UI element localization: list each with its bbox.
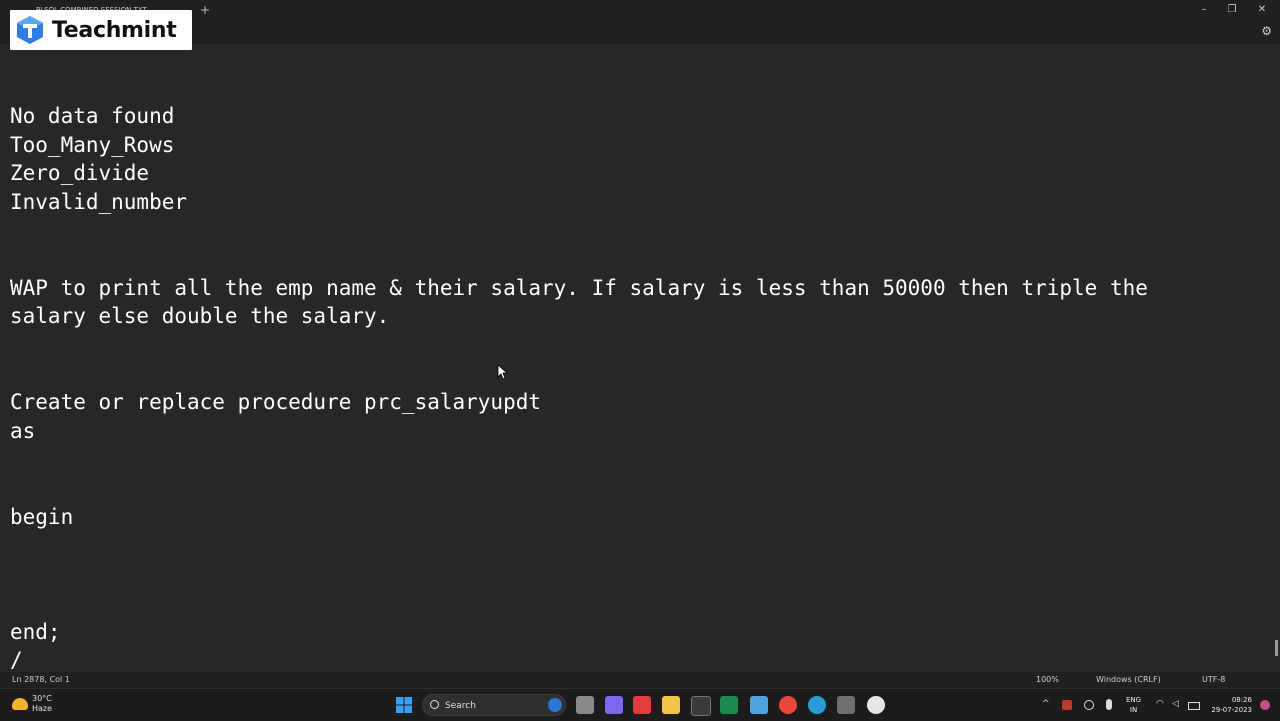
system-clock[interactable]: 08:26 29-07-2023 [1211, 695, 1252, 715]
cursor-position: Ln 2878, Col 1 [12, 675, 70, 684]
editor-line: Create or replace procedure prc_salaryup… [10, 390, 542, 414]
terminal-icon[interactable] [691, 696, 711, 716]
status-bar: Ln 2878, Col 1 100% Windows (CRLF) UTF-8 [0, 672, 1280, 688]
mouse-pointer-icon [497, 364, 507, 380]
calculator-icon[interactable] [837, 696, 855, 714]
excel-icon[interactable] [720, 696, 738, 714]
editor-line: Zero_divide [10, 161, 150, 185]
vertical-scrollbar[interactable] [1275, 640, 1278, 656]
editor-line: Invalid_number [10, 190, 188, 214]
editor-line: begin [10, 505, 74, 529]
edge-icon[interactable] [808, 696, 826, 714]
gear-icon[interactable]: ⚙ [1261, 24, 1272, 38]
weather-desc: Haze [32, 704, 53, 713]
weather-widget[interactable]: 30°C Haze [12, 694, 52, 714]
wps-office-icon[interactable] [633, 696, 651, 714]
teachmint-logo: Teachmint [10, 10, 192, 50]
teachmint-logo-icon [17, 16, 43, 44]
weather-icon [12, 698, 28, 710]
editor-line: end; [10, 620, 61, 644]
line-ending[interactable]: Windows (CRLF) [1096, 672, 1161, 688]
tray-chevron-icon[interactable]: ^ [1042, 697, 1050, 711]
brand-name: Teachmint [52, 17, 177, 43]
tray-app-icon[interactable] [1062, 700, 1072, 710]
notification-icon[interactable] [1260, 700, 1270, 710]
language-indicator[interactable]: ENG IN [1126, 695, 1141, 715]
weather-temp: 30°C [32, 694, 52, 703]
menu-strip [0, 20, 1280, 44]
editor-line: No data found [10, 104, 175, 128]
editor-line: WAP to print all the emp name & their sa… [10, 276, 1148, 300]
close-button[interactable]: ✕ [1254, 2, 1270, 18]
bing-icon[interactable] [548, 698, 562, 712]
lang-bottom: IN [1129, 706, 1138, 714]
taskbar: 30°C Haze Search ^ ENG IN ◠ ◁ 08:26 29-0… [0, 688, 1280, 721]
title-bar: PLSQL COMBINED SESSION.TXT + – ❐ ✕ [0, 0, 1280, 20]
taskbar-search[interactable]: Search [422, 694, 566, 716]
zoom-level[interactable]: 100% [1036, 672, 1059, 688]
maximize-button[interactable]: ❐ [1224, 2, 1240, 18]
volume-icon[interactable]: ◁ [1172, 697, 1179, 711]
editor-line: as [10, 419, 36, 443]
clock-date: 29-07-2023 [1211, 706, 1252, 714]
text-editor[interactable]: No data found Too_Many_Rows Zero_divide … [0, 44, 1270, 672]
lang-top: ENG [1126, 696, 1142, 704]
notepad-icon[interactable] [750, 696, 768, 714]
search-label: Search [445, 701, 476, 711]
clock-time: 08:26 [1231, 696, 1252, 704]
editor-line: salary else double the salary. [10, 304, 390, 328]
encoding[interactable]: UTF-8 [1202, 672, 1225, 688]
file-explorer-icon[interactable] [662, 696, 680, 714]
editor-line: Too_Many_Rows [10, 133, 175, 157]
task-view-icon[interactable] [576, 696, 594, 714]
teams-icon[interactable] [605, 696, 623, 714]
chrome-icon[interactable] [779, 696, 797, 714]
wifi-icon[interactable]: ◠ [1156, 697, 1164, 711]
search-icon [430, 700, 439, 709]
windows-start-icon[interactable] [395, 696, 413, 714]
sync-icon[interactable] [1084, 700, 1094, 710]
minimize-button[interactable]: – [1196, 2, 1212, 18]
microphone-icon[interactable] [1106, 699, 1112, 710]
new-tab-button[interactable]: + [200, 2, 210, 18]
battery-icon[interactable] [1188, 702, 1200, 710]
recorder-icon[interactable] [867, 696, 885, 714]
editor-line: / [10, 648, 23, 672]
